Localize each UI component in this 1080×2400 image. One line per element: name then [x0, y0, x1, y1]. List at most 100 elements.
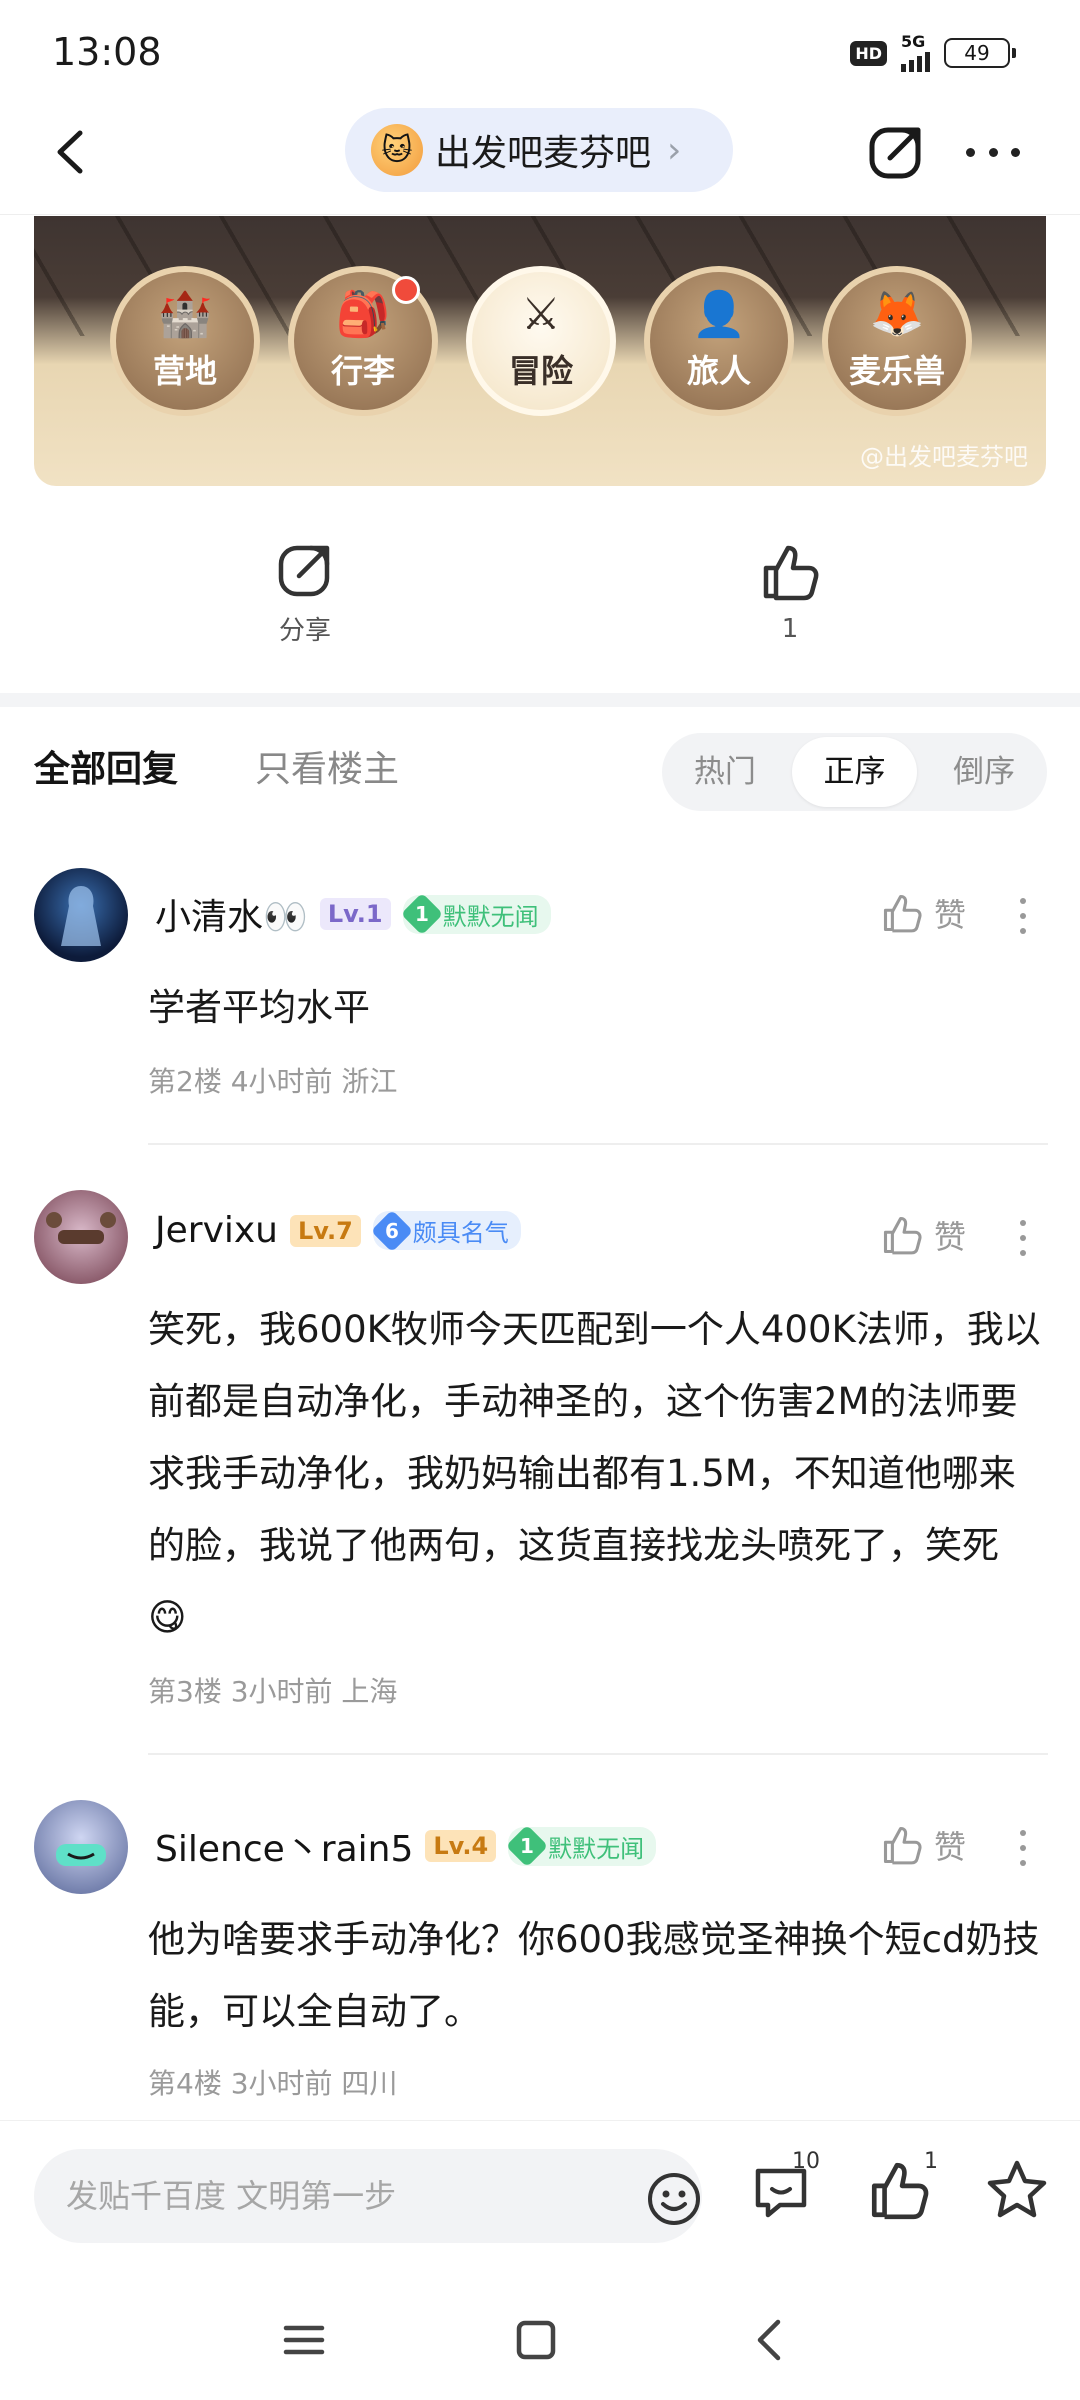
sort-hot[interactable]: 热门 [662, 737, 788, 807]
comment-text: 学者平均水平 [148, 986, 370, 1029]
reply-input-container [34, 2149, 702, 2243]
fox-icon: 🦊 [869, 289, 925, 340]
hd-icon: HD [850, 40, 887, 66]
signal-icon: 5G [901, 34, 930, 72]
banner-tab-adventure: ⚔ 冒险 [466, 266, 616, 416]
title-badge: 1 默默无闻 [505, 1824, 657, 1868]
system-navigation-bar [0, 2280, 1080, 2400]
comment-like-button[interactable]: 赞 [880, 1212, 966, 1258]
comment-author[interactable]: Jervixu Lv.7 6 颇具名气 [155, 1209, 521, 1252]
like-button[interactable]: 1 [725, 540, 855, 644]
comment-like-button[interactable]: 赞 [880, 890, 966, 936]
title-badge: 1 默默无闻 [400, 892, 551, 936]
title-text: 颇具名气 [412, 1219, 509, 1247]
network-label: 5G [901, 32, 926, 51]
banner-tab-camp: 🏰 营地 [110, 266, 260, 416]
username: Silence丶rain5 [155, 1829, 414, 1870]
forum-avatar: 🐱 [371, 124, 423, 176]
avatar[interactable] [34, 1800, 128, 1894]
comment-author[interactable]: Silence丶rain5 Lv.4 1 默默无闻 [155, 1820, 657, 1872]
home-icon[interactable] [506, 2310, 566, 2370]
like-label: 赞 [934, 896, 967, 934]
share-label: 分享 [278, 616, 331, 646]
share-icon[interactable] [866, 122, 926, 182]
traveler-icon: 👤 [691, 289, 747, 340]
post-image[interactable]: 🏰 营地 🎒 行李 ⚔ 冒险 👤 旅人 🦊 麦乐兽 @出发吧麦芬吧 [34, 216, 1046, 486]
like-count: 1 [924, 2149, 938, 2174]
status-bar: 13:08 HD 5G 49 [0, 0, 1080, 100]
sort-descending[interactable]: 倒序 [921, 737, 1047, 807]
level-badge: Lv.4 [425, 1830, 497, 1862]
forum-name: 出发吧麦芬吧 [435, 133, 652, 174]
username: 小清水👀 [155, 897, 308, 938]
thumbs-up-icon[interactable] [866, 2157, 932, 2223]
like-count: 1 [781, 614, 799, 644]
banner-tab-label: 冒险 [508, 352, 573, 390]
comment-meta: 第2楼 4小时前 浙江 [148, 1065, 398, 1098]
divider [148, 1753, 1048, 1755]
title-level: 1 [414, 901, 429, 926]
more-options-icon[interactable] [1018, 1830, 1028, 1866]
title-badge: 6 颇具名气 [370, 1209, 521, 1252]
back-button[interactable] [40, 122, 100, 182]
divider [148, 1143, 1048, 1145]
castle-icon: 🏰 [157, 289, 213, 340]
like-label: 赞 [934, 1218, 967, 1256]
notification-dot [392, 276, 420, 304]
comment-count: 10 [792, 2149, 820, 2174]
star-icon[interactable] [984, 2157, 1050, 2223]
chevron-right-icon: › [667, 129, 682, 171]
comment-meta: 第4楼 3小时前 四川 [148, 2067, 398, 2100]
thumbs-up-icon [763, 545, 819, 601]
tab-all-replies[interactable]: 全部回复 [34, 740, 178, 792]
share-icon [278, 545, 330, 597]
thumbs-up-icon [883, 894, 922, 933]
level-badge: Lv.1 [319, 898, 391, 930]
battery-icon: 49 [944, 38, 1016, 68]
status-time: 13:08 [52, 30, 162, 74]
comment-text: 笑死，我600K牧师今天匹配到一个人400K法师，我以前都是自动净化，手动神圣的… [148, 1308, 1041, 1639]
battery-level: 49 [964, 41, 990, 65]
comment-text: 他为啥要求手动净化？你600我感觉圣神换个短cd奶技能，可以全自动了。 [148, 1918, 1040, 2033]
more-options-icon[interactable] [960, 122, 1026, 182]
tab-op-only[interactable]: 只看楼主 [255, 740, 399, 792]
share-button[interactable]: 分享 [240, 540, 370, 647]
thumbs-up-icon [883, 1826, 922, 1865]
sort-ascending[interactable]: 正序 [791, 737, 918, 807]
reply-bar: 10 1 [0, 2120, 1080, 2280]
backpack-icon: 🎒 [335, 289, 391, 340]
more-options-icon[interactable] [1018, 898, 1028, 934]
title-text: 默默无闻 [442, 902, 539, 931]
banner-tab-label: 营地 [152, 352, 217, 390]
banner-tab-label: 麦乐兽 [848, 352, 945, 390]
status-icons: HD 5G 49 [850, 34, 1016, 72]
nav-header: 🐱 出发吧麦芬吧 › [0, 100, 1080, 215]
forum-entry-button[interactable]: 🐱 出发吧麦芬吧 › [345, 108, 733, 192]
back-icon[interactable] [740, 2310, 800, 2370]
emoji-icon[interactable] [646, 2171, 702, 2227]
username: Jervixu [155, 1210, 278, 1251]
menu-icon[interactable] [274, 2310, 334, 2370]
reply-input[interactable] [66, 2149, 606, 2243]
more-options-icon[interactable] [1018, 1220, 1028, 1256]
avatar[interactable] [34, 868, 128, 962]
post-action-row: 分享 1 [0, 540, 1080, 660]
title-text: 默默无闻 [548, 1834, 645, 1863]
banner-tab-traveler: 👤 旅人 [644, 266, 794, 416]
image-watermark: @出发吧麦芬吧 [860, 443, 1028, 471]
banner-tab-label: 旅人 [686, 352, 751, 390]
back-arrow-icon [57, 130, 83, 174]
like-label: 赞 [934, 1828, 967, 1866]
comment-like-button[interactable]: 赞 [880, 1822, 966, 1868]
thumbs-up-icon [883, 1216, 922, 1255]
crossed-swords-icon: ⚔ [521, 289, 561, 340]
avatar[interactable] [34, 1190, 128, 1284]
title-level: 6 [384, 1218, 399, 1243]
banner-tab-pet: 🦊 麦乐兽 [822, 266, 972, 416]
level-badge: Lv.7 [290, 1214, 361, 1247]
section-separator [0, 693, 1080, 707]
comment-author[interactable]: 小清水👀 Lv.1 1 默默无闻 [155, 888, 551, 940]
title-level: 1 [520, 1833, 535, 1858]
sort-toggle: 热门 正序 倒序 [662, 733, 1047, 811]
comment-meta: 第3楼 3小时前 上海 [148, 1675, 398, 1708]
